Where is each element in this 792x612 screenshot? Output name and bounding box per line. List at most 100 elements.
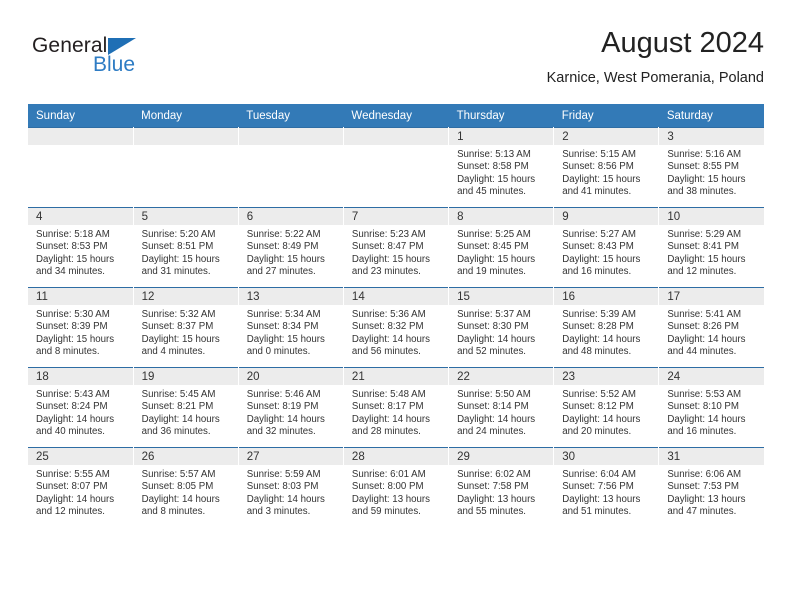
calendar-day-cell[interactable]: 3 Sunrise: 5:16 AM Sunset: 8:55 PM Daylight… — [658, 127, 764, 208]
sunset-text: Sunset: 8:49 PM — [246, 241, 319, 253]
daylight-text-line1: Daylight: 14 hours — [246, 413, 325, 425]
daylight-text-line1: Daylight: 15 hours — [36, 333, 115, 345]
calendar-day-cell[interactable]: 13 Sunrise: 5:34 AM Sunset: 8:34 PM Dayligh… — [238, 287, 344, 368]
day-details: Sunrise: 5:53 AM Sunset: 8:10 PM Daylight:… — [659, 385, 764, 439]
calendar-day-cell[interactable]: 11 Sunrise: 5:30 AM Sunset: 8:39 PM Dayligh… — [28, 287, 134, 368]
daylight-text-line1: Daylight: 14 hours — [141, 413, 220, 425]
day-number: 21 — [343, 368, 449, 385]
daylight-text-line1: Daylight: 15 hours — [141, 253, 220, 265]
title-block: August 2024 Karnice, West Pomerania, Pol… — [547, 26, 764, 88]
daylight-text-line2: and 36 minutes. — [141, 426, 211, 438]
calendar-day-cell[interactable]: 23 Sunrise: 5:52 AM Sunset: 8:12 PM Dayligh… — [553, 367, 660, 448]
daylight-text-line2: and 12 minutes. — [667, 266, 737, 278]
daylight-text-line1: Daylight: 15 hours — [351, 253, 431, 265]
day-details: Sunrise: 5:55 AM Sunset: 8:07 PM Daylight:… — [28, 465, 133, 519]
day-details: Sunrise: 5:18 AM Sunset: 8:53 PM Daylight:… — [28, 225, 133, 279]
empty-daynum-bar — [343, 128, 449, 145]
calendar-day-cell[interactable]: 24 Sunrise: 5:53 AM Sunset: 8:10 PM Dayligh… — [658, 367, 764, 448]
daylight-text-line2: and 4 minutes. — [141, 346, 206, 358]
day-details: Sunrise: 5:22 AM Sunset: 8:49 PM Daylight:… — [239, 225, 343, 279]
calendar-cell-empty — [343, 127, 450, 208]
daylight-text-line2: and 59 minutes. — [351, 506, 421, 518]
page-header: General Blue August 2024 Karnice, West P… — [28, 26, 764, 98]
calendar-day-cell[interactable]: 29 Sunrise: 6:02 AM Sunset: 7:58 PM Dayligh… — [448, 447, 555, 527]
daylight-text-line2: and 16 minutes. — [667, 426, 737, 438]
sunset-text: Sunset: 8:26 PM — [667, 321, 739, 333]
sunrise-text: Sunrise: 5:52 AM — [562, 389, 636, 400]
sunrise-text: Sunrise: 5:30 AM — [36, 309, 110, 320]
empty-daynum-bar — [238, 128, 343, 145]
calendar-day-cell[interactable]: 27 Sunrise: 5:59 AM Sunset: 8:03 PM Dayligh… — [238, 447, 344, 527]
sunrise-text: Sunrise: 5:15 AM — [562, 149, 636, 160]
calendar-day-cell[interactable]: 15 Sunrise: 5:37 AM Sunset: 8:30 PM Dayligh… — [448, 287, 555, 368]
daylight-text-line1: Daylight: 15 hours — [457, 253, 536, 265]
daylight-text-line2: and 3 minutes. — [246, 506, 311, 518]
calendar-cell-empty — [238, 127, 344, 208]
calendar-day-cell[interactable]: 5 Sunrise: 5:20 AM Sunset: 8:51 PM Daylight… — [133, 207, 239, 288]
general-blue-logo[interactable]: General Blue — [32, 34, 202, 86]
calendar-week-row: 11 Sunrise: 5:30 AM Sunset: 8:39 PM Dayligh… — [28, 287, 764, 368]
calendar-day-cell[interactable]: 30 Sunrise: 6:04 AM Sunset: 7:56 PM Dayligh… — [553, 447, 660, 527]
sunrise-text: Sunrise: 5:43 AM — [36, 389, 110, 400]
day-number: 26 — [133, 448, 238, 465]
sunset-text: Sunset: 8:53 PM — [36, 241, 108, 253]
sunset-text: Sunset: 7:58 PM — [457, 481, 529, 493]
daylight-text-line1: Daylight: 14 hours — [351, 333, 431, 345]
daylight-text-line2: and 24 minutes. — [457, 426, 526, 438]
calendar-day-cell[interactable]: 9 Sunrise: 5:27 AM Sunset: 8:43 PM Daylight… — [553, 207, 660, 288]
calendar-day-cell[interactable]: 12 Sunrise: 5:32 AM Sunset: 8:37 PM Dayligh… — [133, 287, 239, 368]
daylight-text-line1: Daylight: 14 hours — [36, 493, 115, 505]
calendar-day-cell[interactable]: 21 Sunrise: 5:48 AM Sunset: 8:17 PM Dayligh… — [343, 367, 450, 448]
sunset-text: Sunset: 8:28 PM — [562, 321, 634, 333]
day-number: 4 — [28, 208, 133, 225]
daylight-text-line1: Daylight: 13 hours — [562, 493, 641, 505]
day-number: 9 — [554, 208, 659, 225]
calendar-day-cell[interactable]: 6 Sunrise: 5:22 AM Sunset: 8:49 PM Daylight… — [238, 207, 344, 288]
sunset-text: Sunset: 8:00 PM — [351, 481, 424, 493]
calendar-day-cell[interactable]: 1 Sunrise: 5:13 AM Sunset: 8:58 PM Daylight… — [448, 127, 555, 208]
daylight-text-line1: Daylight: 15 hours — [246, 253, 325, 265]
daylight-text-line1: Daylight: 14 hours — [562, 333, 641, 345]
calendar-day-cell[interactable]: 14 Sunrise: 5:36 AM Sunset: 8:32 PM Dayligh… — [343, 287, 450, 368]
calendar-day-cell[interactable]: 17 Sunrise: 5:41 AM Sunset: 8:26 PM Dayligh… — [658, 287, 764, 368]
daylight-text-line2: and 40 minutes. — [36, 426, 105, 438]
calendar-day-cell[interactable]: 28 Sunrise: 6:01 AM Sunset: 8:00 PM Dayligh… — [343, 447, 450, 527]
day-number: 11 — [28, 288, 133, 305]
day-number: 10 — [659, 208, 764, 225]
day-details: Sunrise: 6:04 AM Sunset: 7:56 PM Daylight:… — [554, 465, 658, 519]
calendar-day-cell[interactable]: 8 Sunrise: 5:25 AM Sunset: 8:45 PM Daylight… — [448, 207, 555, 288]
daylight-text-line2: and 34 minutes. — [36, 266, 105, 278]
calendar-day-cell[interactable]: 20 Sunrise: 5:46 AM Sunset: 8:19 PM Dayligh… — [238, 367, 344, 448]
sunrise-text: Sunrise: 5:25 AM — [457, 229, 531, 240]
calendar-day-cell[interactable]: 31 Sunrise: 6:06 AM Sunset: 7:53 PM Dayligh… — [658, 447, 764, 527]
daylight-text-line1: Daylight: 15 hours — [562, 253, 641, 265]
calendar-page: General Blue August 2024 Karnice, West P… — [0, 0, 792, 612]
day-details: Sunrise: 5:50 AM Sunset: 8:14 PM Daylight:… — [449, 385, 553, 439]
calendar-day-cell[interactable]: 22 Sunrise: 5:50 AM Sunset: 8:14 PM Dayligh… — [448, 367, 555, 448]
calendar-day-cell[interactable]: 25 Sunrise: 5:55 AM Sunset: 8:07 PM Dayligh… — [28, 447, 134, 527]
daylight-text-line2: and 56 minutes. — [351, 346, 421, 358]
calendar-day-cell[interactable]: 2 Sunrise: 5:15 AM Sunset: 8:56 PM Daylight… — [553, 127, 660, 208]
day-details: Sunrise: 6:02 AM Sunset: 7:58 PM Daylight:… — [449, 465, 553, 519]
calendar-day-cell[interactable]: 10 Sunrise: 5:29 AM Sunset: 8:41 PM Dayligh… — [658, 207, 764, 288]
sunrise-text: Sunrise: 5:59 AM — [246, 469, 321, 480]
daylight-text-line2: and 8 minutes. — [36, 346, 100, 358]
daylight-text-line2: and 32 minutes. — [246, 426, 316, 438]
calendar-day-cell[interactable]: 26 Sunrise: 5:57 AM Sunset: 8:05 PM Dayligh… — [133, 447, 239, 527]
weekday-header-wednesday: Wednesday — [343, 104, 449, 128]
calendar-week-row: 1 Sunrise: 5:13 AM Sunset: 8:58 PM Daylight… — [28, 127, 764, 208]
calendar-day-cell[interactable]: 19 Sunrise: 5:45 AM Sunset: 8:21 PM Dayligh… — [133, 367, 239, 448]
day-details: Sunrise: 5:13 AM Sunset: 8:58 PM Daylight:… — [449, 145, 553, 199]
calendar-day-cell[interactable]: 18 Sunrise: 5:43 AM Sunset: 8:24 PM Dayligh… — [28, 367, 134, 448]
day-number: 17 — [659, 288, 764, 305]
day-number: 5 — [133, 208, 238, 225]
sunrise-text: Sunrise: 5:39 AM — [562, 309, 636, 320]
daylight-text-line2: and 31 minutes. — [141, 266, 211, 278]
sunset-text: Sunset: 8:21 PM — [141, 401, 214, 413]
calendar-day-cell[interactable]: 4 Sunrise: 5:18 AM Sunset: 8:53 PM Daylight… — [28, 207, 134, 288]
sunset-text: Sunset: 8:51 PM — [141, 241, 214, 253]
page-subtitle: Karnice, West Pomerania, Poland — [546, 70, 764, 86]
calendar-day-cell[interactable]: 7 Sunrise: 5:23 AM Sunset: 8:47 PM Daylight… — [343, 207, 450, 288]
sunset-text: Sunset: 8:47 PM — [351, 241, 424, 253]
calendar-day-cell[interactable]: 16 Sunrise: 5:39 AM Sunset: 8:28 PM Dayligh… — [553, 287, 660, 368]
